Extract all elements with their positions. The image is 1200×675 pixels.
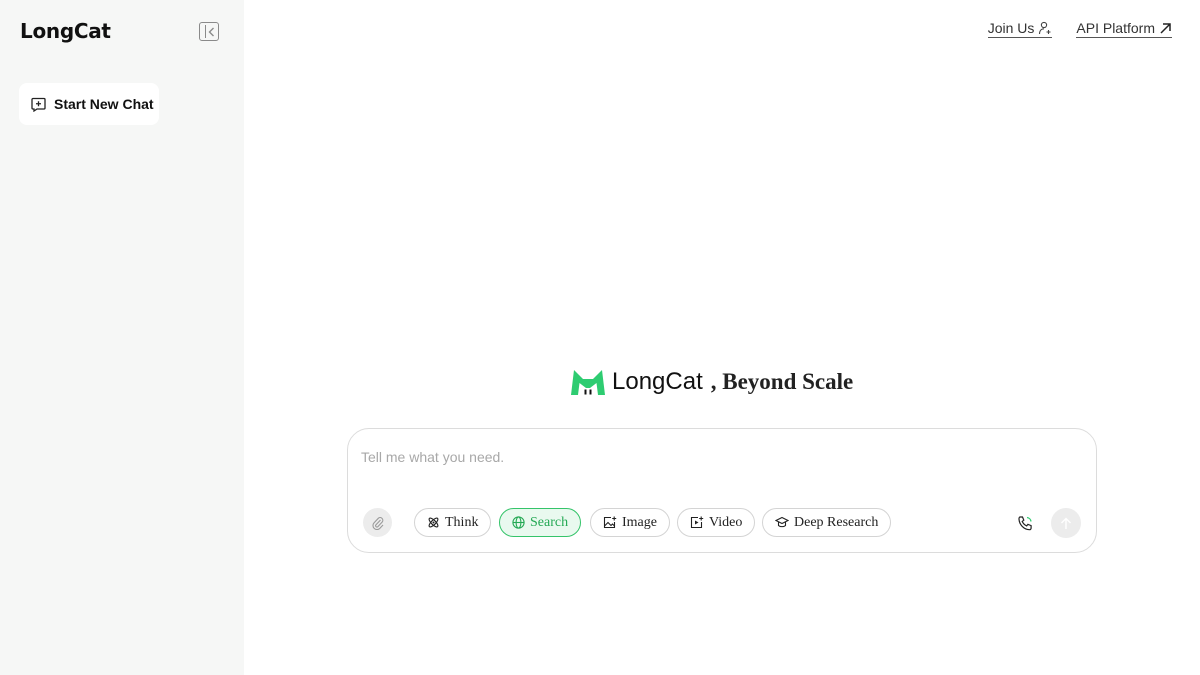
api-platform-label: API Platform xyxy=(1076,20,1155,36)
brand-name: LongCat xyxy=(20,19,111,43)
plus-square-icon xyxy=(31,97,46,112)
arrow-up-icon xyxy=(1061,517,1071,529)
send-button[interactable] xyxy=(1051,508,1081,538)
hero-brand-name: LongCat xyxy=(612,368,703,395)
sidebar-collapse-icon xyxy=(208,27,214,37)
attach-button[interactable] xyxy=(363,508,392,537)
hero-tagline: , Beyond Scale xyxy=(710,369,854,394)
voice-call-button[interactable] xyxy=(1014,512,1036,534)
image-label: Image xyxy=(622,514,657,530)
think-chip[interactable]: Think xyxy=(414,508,492,537)
image-chip[interactable]: Image xyxy=(590,508,670,537)
search-chip[interactable]: Search xyxy=(499,508,582,537)
video-plus-icon xyxy=(690,516,704,529)
deep-research-chip[interactable]: Deep Research xyxy=(762,508,892,537)
globe-icon xyxy=(512,516,525,529)
top-nav: Join Us API Platform xyxy=(987,20,1172,38)
image-plus-icon xyxy=(603,516,617,529)
api-platform-link[interactable]: API Platform xyxy=(1076,20,1172,38)
graduation-cap-icon xyxy=(775,516,789,528)
search-label: Search xyxy=(530,514,569,530)
phone-call-icon xyxy=(1017,515,1032,530)
message-input[interactable] xyxy=(361,449,1061,465)
atom-icon xyxy=(428,517,439,528)
sidebar-collapse-button[interactable] xyxy=(199,22,219,41)
hero-heading: LongCat , Beyond Scale xyxy=(570,366,853,398)
longcat-logo-icon xyxy=(571,370,605,395)
join-us-link[interactable]: Join Us xyxy=(987,20,1053,38)
join-us-label: Join Us xyxy=(987,20,1035,36)
sidebar: LongCat Start New Chat xyxy=(0,0,244,675)
paperclip-icon xyxy=(371,516,383,530)
chat-composer: Think Search Image Video Deep Research xyxy=(347,428,1097,553)
start-new-chat-button[interactable]: Start New Chat xyxy=(19,83,159,125)
video-chip[interactable]: Video xyxy=(677,508,756,537)
user-plus-icon xyxy=(1039,21,1051,35)
deep-research-label: Deep Research xyxy=(794,514,879,530)
think-label: Think xyxy=(445,514,479,530)
video-label: Video xyxy=(709,514,743,530)
start-new-chat-label: Start New Chat xyxy=(54,96,154,112)
arrow-up-right-icon xyxy=(1160,22,1171,34)
